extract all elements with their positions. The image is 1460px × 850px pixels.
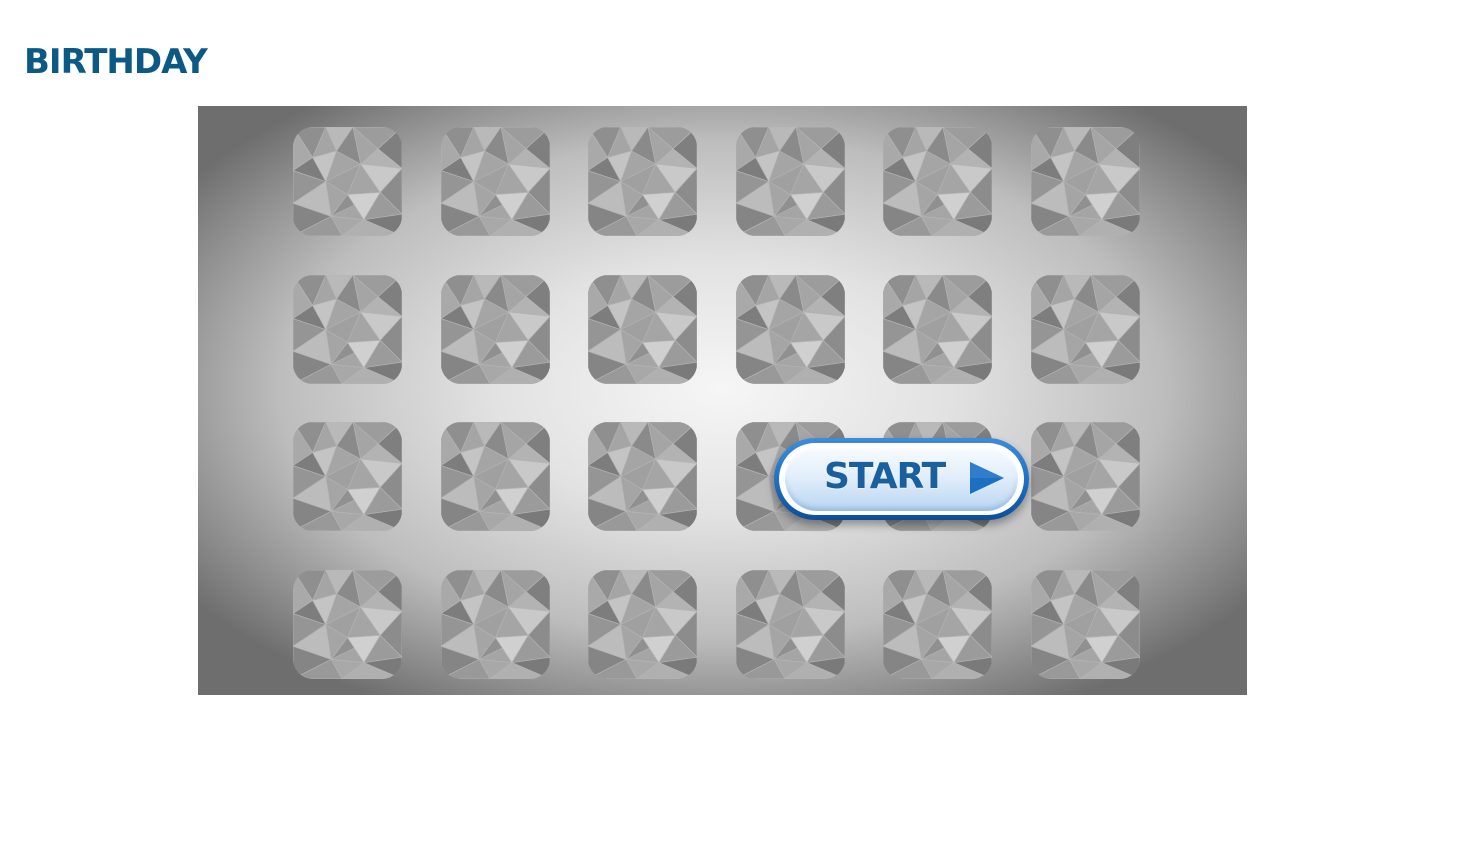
tile-back-pattern-icon <box>883 127 992 236</box>
tile-back-pattern-icon <box>735 127 845 236</box>
memory-tile[interactable] <box>883 569 992 679</box>
memory-tile[interactable] <box>440 422 550 531</box>
memory-tile[interactable] <box>588 569 697 679</box>
game-board: START <box>198 106 1247 695</box>
tile-back-pattern-icon <box>588 127 697 236</box>
tile-back-pattern-icon <box>293 569 402 679</box>
tile-back-pattern-icon <box>1030 127 1140 236</box>
memory-tile[interactable] <box>883 274 992 384</box>
tile-back-pattern-icon <box>1030 569 1140 679</box>
tile-grid <box>198 106 1247 695</box>
tile-back-pattern-icon <box>588 422 697 531</box>
tile-back-pattern-icon <box>293 127 402 236</box>
memory-tile[interactable] <box>440 569 550 679</box>
tile-back-pattern-icon <box>440 422 550 531</box>
memory-tile[interactable] <box>735 569 845 679</box>
start-button[interactable]: START <box>774 438 1029 520</box>
tile-back-pattern-icon <box>293 274 402 384</box>
memory-tile[interactable] <box>1030 274 1140 384</box>
memory-tile[interactable] <box>1030 127 1140 236</box>
start-label: START <box>824 456 946 497</box>
tile-back-pattern-icon <box>588 274 697 384</box>
memory-tile[interactable] <box>293 422 402 531</box>
tile-back-pattern-icon <box>293 422 402 531</box>
memory-tile[interactable] <box>440 274 550 384</box>
tile-back-pattern-icon <box>735 274 845 384</box>
memory-tile[interactable] <box>440 127 550 236</box>
memory-tile[interactable] <box>293 569 402 679</box>
memory-tile[interactable] <box>1030 422 1140 531</box>
memory-tile[interactable] <box>735 274 845 384</box>
memory-tile[interactable] <box>588 422 697 531</box>
tile-back-pattern-icon <box>588 569 697 679</box>
memory-tile[interactable] <box>1030 569 1140 679</box>
memory-tile[interactable] <box>588 127 697 236</box>
memory-tile[interactable] <box>883 127 992 236</box>
memory-tile[interactable] <box>293 127 402 236</box>
tile-back-pattern-icon <box>440 274 550 384</box>
play-icon <box>970 462 1004 494</box>
page-title: BIRTHDAY <box>24 42 208 82</box>
tile-back-pattern-icon <box>1030 274 1140 384</box>
memory-tile[interactable] <box>293 274 402 384</box>
memory-tile[interactable] <box>588 274 697 384</box>
memory-tile[interactable] <box>735 127 845 236</box>
tile-back-pattern-icon <box>883 274 992 384</box>
tile-back-pattern-icon <box>440 127 550 236</box>
tile-back-pattern-icon <box>440 569 550 679</box>
tile-back-pattern-icon <box>1030 422 1140 531</box>
tile-back-pattern-icon <box>883 569 992 679</box>
tile-back-pattern-icon <box>735 569 845 679</box>
